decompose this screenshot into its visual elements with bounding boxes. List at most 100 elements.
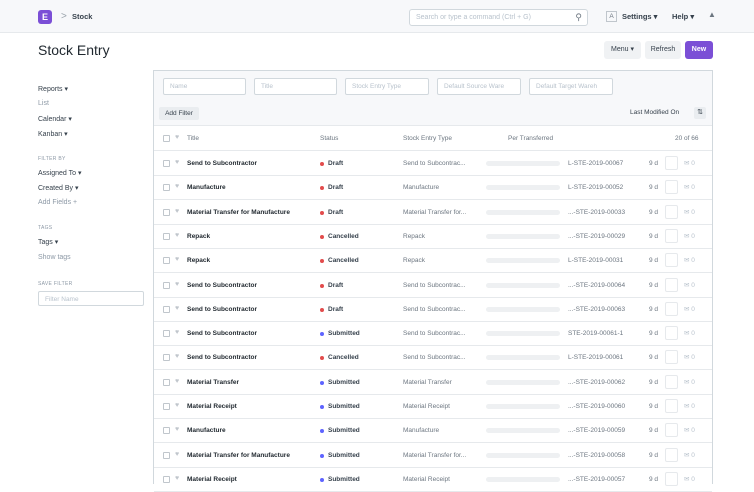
settings-dropdown[interactable]: Settings ▾	[622, 12, 657, 21]
row-title-link[interactable]: Material Receipt	[187, 403, 237, 410]
list-row[interactable]: ♥ Manufacture Draft Manufacture L-STE-2019-0…	[154, 176, 712, 201]
comment-count[interactable]: ✉ 0	[684, 232, 695, 240]
add-filter-button[interactable]: Add Filter	[159, 107, 199, 120]
comment-count[interactable]: ✉ 0	[684, 256, 695, 264]
row-assign-box[interactable]	[665, 399, 678, 413]
type-filter-input[interactable]: Stock Entry Type	[345, 78, 429, 95]
heart-icon[interactable]: ♥	[175, 402, 179, 409]
comment-count[interactable]: ✉ 0	[684, 183, 695, 191]
menu-button[interactable]: Menu ▾	[604, 41, 641, 59]
row-title-link[interactable]: Send to Subcontractor	[187, 160, 257, 167]
list-row[interactable]: ♥ Material Receipt Submitted Material Recei…	[154, 395, 712, 419]
row-checkbox[interactable]	[163, 208, 170, 216]
row-checkbox[interactable]	[163, 281, 170, 289]
row-title-link[interactable]: Repack	[187, 233, 210, 240]
list-row[interactable]: ♥ Material Transfer Submitted Material Tran…	[154, 371, 712, 395]
row-assign-box[interactable]	[665, 277, 678, 292]
target-warehouse-filter-input[interactable]: Default Target Wareh	[529, 78, 613, 95]
filter-name-input[interactable]: Filter Name	[38, 291, 144, 306]
app-logo[interactable]: E	[38, 10, 52, 24]
bell-icon[interactable]: ▲	[708, 10, 716, 19]
comment-count[interactable]: ✉ 0	[684, 281, 695, 289]
row-checkbox[interactable]	[163, 257, 170, 265]
sidebar-item-assigned-to[interactable]: Assigned To ▾	[38, 169, 81, 177]
row-title-link[interactable]: Manufacture	[187, 427, 226, 434]
source-warehouse-filter-input[interactable]: Default Source Ware	[437, 78, 521, 95]
title-filter-input[interactable]: Title	[254, 78, 337, 95]
list-row[interactable]: ♥ Repack Cancelled Repack ...-STE-2019-00029…	[154, 225, 712, 249]
row-assign-box[interactable]	[665, 447, 678, 462]
list-row[interactable]: ♥ Repack Cancelled Repack L-STE-2019-00031 9 …	[154, 249, 712, 274]
heart-icon[interactable]: ♥	[175, 183, 179, 190]
list-row[interactable]: ♥ Material Receipt Submitted Material Recei…	[154, 468, 712, 492]
list-row[interactable]: ♥ Send to Subcontractor Submitted Send to S…	[154, 322, 712, 347]
list-row[interactable]: ♥ Manufacture Submitted Manufacture ...-STE-…	[154, 419, 712, 444]
help-dropdown[interactable]: Help ▾	[672, 12, 694, 21]
breadcrumb[interactable]: Stock	[72, 12, 92, 21]
row-title-link[interactable]: Material Transfer	[187, 379, 239, 386]
heart-icon[interactable]: ♥	[175, 426, 179, 433]
row-assign-box[interactable]	[665, 350, 678, 365]
row-checkbox[interactable]	[163, 354, 170, 362]
row-checkbox[interactable]	[163, 160, 170, 167]
row-assign-box[interactable]	[665, 180, 678, 195]
heart-icon[interactable]: ♥	[175, 353, 179, 360]
comment-count[interactable]: ✉ 0	[684, 208, 695, 216]
row-title-link[interactable]: Material Receipt	[187, 476, 237, 483]
sidebar-item-list[interactable]: List	[38, 100, 49, 107]
heart-icon[interactable]: ♥	[175, 475, 179, 482]
row-assign-box[interactable]	[665, 374, 678, 389]
row-title-link[interactable]: Send to Subcontractor	[187, 282, 257, 289]
row-assign-box[interactable]	[665, 204, 678, 219]
row-title-link[interactable]: Manufacture	[187, 184, 226, 191]
comment-count[interactable]: ✉ 0	[684, 378, 695, 386]
name-filter-input[interactable]: Name	[163, 78, 246, 95]
sidebar-item-reports[interactable]: Reports ▾	[38, 85, 68, 93]
row-checkbox[interactable]	[163, 330, 170, 338]
row-assign-box[interactable]	[665, 301, 678, 316]
list-row[interactable]: ♥ Send to Subcontractor Draft Send to Subco…	[154, 274, 712, 298]
list-row[interactable]: ♥ Send to Subcontractor Draft Send to Subco…	[154, 298, 712, 322]
sort-order-icon[interactable]: ⇅	[694, 107, 706, 119]
sidebar-item-show-tags[interactable]: Show tags	[38, 254, 71, 261]
heart-icon[interactable]: ♥	[175, 281, 179, 288]
row-title-link[interactable]: Repack	[187, 257, 210, 264]
heart-icon[interactable]: ♥	[175, 208, 179, 215]
row-checkbox[interactable]	[163, 427, 170, 435]
heart-icon[interactable]: ♥	[175, 232, 179, 239]
row-assign-box[interactable]	[665, 253, 678, 268]
comment-count[interactable]: ✉ 0	[684, 426, 695, 434]
comment-count[interactable]: ✉ 0	[684, 451, 695, 459]
row-title-link[interactable]: Material Transfer for Manufacture	[187, 452, 290, 459]
row-assign-box[interactable]	[665, 326, 678, 341]
heart-icon[interactable]: ♥	[175, 256, 179, 263]
list-row[interactable]: ♥ Send to Subcontractor Cancelled Send to S…	[154, 346, 712, 371]
heart-icon[interactable]: ♥	[175, 134, 179, 141]
comment-count[interactable]: ✉ 0	[684, 353, 695, 361]
sidebar-item-created-by[interactable]: Created By ▾	[38, 184, 78, 192]
heart-icon[interactable]: ♥	[175, 451, 179, 458]
list-row[interactable]: ♥ Material Transfer for Manufacture Draft M…	[154, 201, 712, 225]
heart-icon[interactable]: ♥	[175, 159, 179, 166]
row-checkbox[interactable]	[163, 305, 170, 313]
row-title-link[interactable]: Send to Subcontractor	[187, 330, 257, 337]
list-row[interactable]: ♥ Material Transfer for Manufacture Submit…	[154, 444, 712, 468]
new-button[interactable]: New	[685, 41, 713, 59]
row-checkbox[interactable]	[163, 475, 170, 483]
sidebar-item-tags[interactable]: Tags ▾	[38, 238, 58, 246]
row-checkbox[interactable]	[163, 232, 170, 240]
sort-selector[interactable]: Last Modified On	[630, 109, 679, 116]
row-checkbox[interactable]	[163, 451, 170, 459]
row-title-link[interactable]: Send to Subcontractor	[187, 306, 257, 313]
comment-count[interactable]: ✉ 0	[684, 402, 695, 410]
comment-count[interactable]: ✉ 0	[684, 329, 695, 337]
heart-icon[interactable]: ♥	[175, 329, 179, 336]
sidebar-item-kanban[interactable]: Kanban ▾	[38, 130, 68, 138]
select-all-checkbox[interactable]	[163, 135, 170, 142]
comment-count[interactable]: ✉ 0	[684, 305, 695, 313]
row-checkbox[interactable]	[163, 403, 170, 410]
heart-icon[interactable]: ♥	[175, 305, 179, 312]
row-checkbox[interactable]	[163, 184, 170, 192]
row-assign-box[interactable]	[665, 423, 678, 438]
avatar[interactable]: A	[606, 11, 617, 22]
